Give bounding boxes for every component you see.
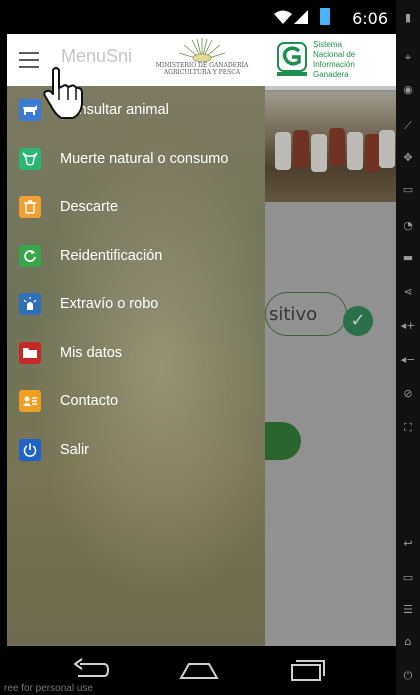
volume-up-icon[interactable]: ◂+ [400, 318, 416, 334]
ministerio-text: MINISTERIO DE GANADERÍA AGRICULTURA Y PE… [155, 62, 249, 76]
drawer-title: MenuSni [61, 46, 133, 66]
fullscreen-icon[interactable]: ⛶ [400, 420, 416, 436]
sms-icon[interactable]: ▬ [400, 250, 416, 266]
snig-bar [277, 72, 307, 76]
power-icon [19, 438, 41, 461]
cow-icon [19, 99, 41, 122]
emulator-side-panel: ▮ ⌖ ◉ ⟋ ✥ ▭ ◔ ▬ ⋖ ◂+ ◂− ⊘ ⛶ ↩ ▭ ☰ ⌂ ⏻ [396, 0, 420, 695]
menu-item-label: Reidentificación [60, 247, 163, 264]
signal-icon [294, 10, 308, 24]
menu-item-reidentificacion[interactable]: Reidentificación [7, 232, 265, 281]
menu-item-muerte-natural[interactable]: Muerte natural o consumo [7, 135, 265, 184]
sun-emblem-icon [178, 38, 226, 62]
power-side-icon[interactable]: ⏻ [400, 668, 416, 684]
menu-item-label: Descarte [60, 199, 119, 216]
status-time: 6:06 [352, 9, 388, 28]
cow-head-icon [19, 147, 41, 170]
drawer-menu-list: Consultar animal Muerte natural o consum… [7, 86, 265, 474]
menu-item-extravio-robo[interactable]: Extravío o robo [7, 280, 265, 329]
camera-icon[interactable]: ◉ [400, 82, 416, 98]
hand-cursor-icon [43, 67, 83, 119]
hamburger-menu-icon[interactable] [19, 52, 39, 68]
recent-side-icon[interactable]: ▭ [400, 570, 416, 586]
refresh-icon [19, 244, 41, 267]
watermark-text: ree for personal use [4, 683, 93, 694]
folder-icon [19, 341, 41, 364]
volume-down-icon[interactable]: ◂− [400, 352, 416, 368]
app-screen: sitivo ✓ MenuSni MINISTERIO DE GANADERÍA… [7, 34, 396, 646]
alert-light-icon [19, 293, 41, 316]
trash-icon [19, 196, 41, 219]
gps-icon[interactable]: ⌖ [400, 50, 416, 66]
snig-mark-icon [277, 42, 307, 72]
ministerio-logo: MINISTERIO DE GANADERÍA AGRICULTURA Y PE… [147, 36, 257, 82]
snig-logo: Sistema Nacional de Información Ganadera [277, 40, 389, 80]
menu-item-label: Mis datos [60, 344, 123, 361]
wifi-icon [274, 10, 292, 24]
menu-item-descarte[interactable]: Descarte [7, 183, 265, 232]
dpad-icon[interactable]: ✥ [400, 150, 416, 166]
contact-card-icon [19, 390, 41, 413]
menu-item-label: Contacto [60, 393, 119, 410]
signal-side-icon[interactable]: ◔ [400, 218, 416, 234]
menu-item-label: Extravío o robo [60, 296, 159, 313]
menu-item-label: Salir [60, 441, 90, 458]
home-icon[interactable] [178, 658, 220, 682]
menu-item-mis-datos[interactable]: Mis datos [7, 329, 265, 378]
accelerometer-icon[interactable]: ⟋ [400, 118, 416, 134]
menu-item-salir[interactable]: Salir [7, 426, 265, 475]
battery-icon [320, 8, 330, 25]
id-icon[interactable]: ▭ [400, 182, 416, 198]
back-side-icon[interactable]: ↩ [400, 536, 416, 552]
menu-side-icon[interactable]: ☰ [400, 602, 416, 618]
rotate-icon[interactable]: ⊘ [400, 386, 416, 402]
phone-frame: 6:06 sitivo ✓ MenuSni MINISTERIO DE GANA… [0, 0, 396, 695]
status-bar: 6:06 [0, 0, 396, 34]
home-side-icon[interactable]: ⌂ [400, 634, 416, 650]
back-icon[interactable] [70, 658, 110, 682]
recent-apps-icon[interactable] [288, 658, 328, 682]
menu-item-label: Muerte natural o consumo [60, 150, 229, 167]
share-icon[interactable]: ⋖ [400, 284, 416, 300]
menu-item-contacto[interactable]: Contacto [7, 377, 265, 426]
snig-text: Sistema Nacional de Información Ganadera [313, 40, 356, 79]
battery-side-icon[interactable]: ▮ [400, 10, 416, 26]
